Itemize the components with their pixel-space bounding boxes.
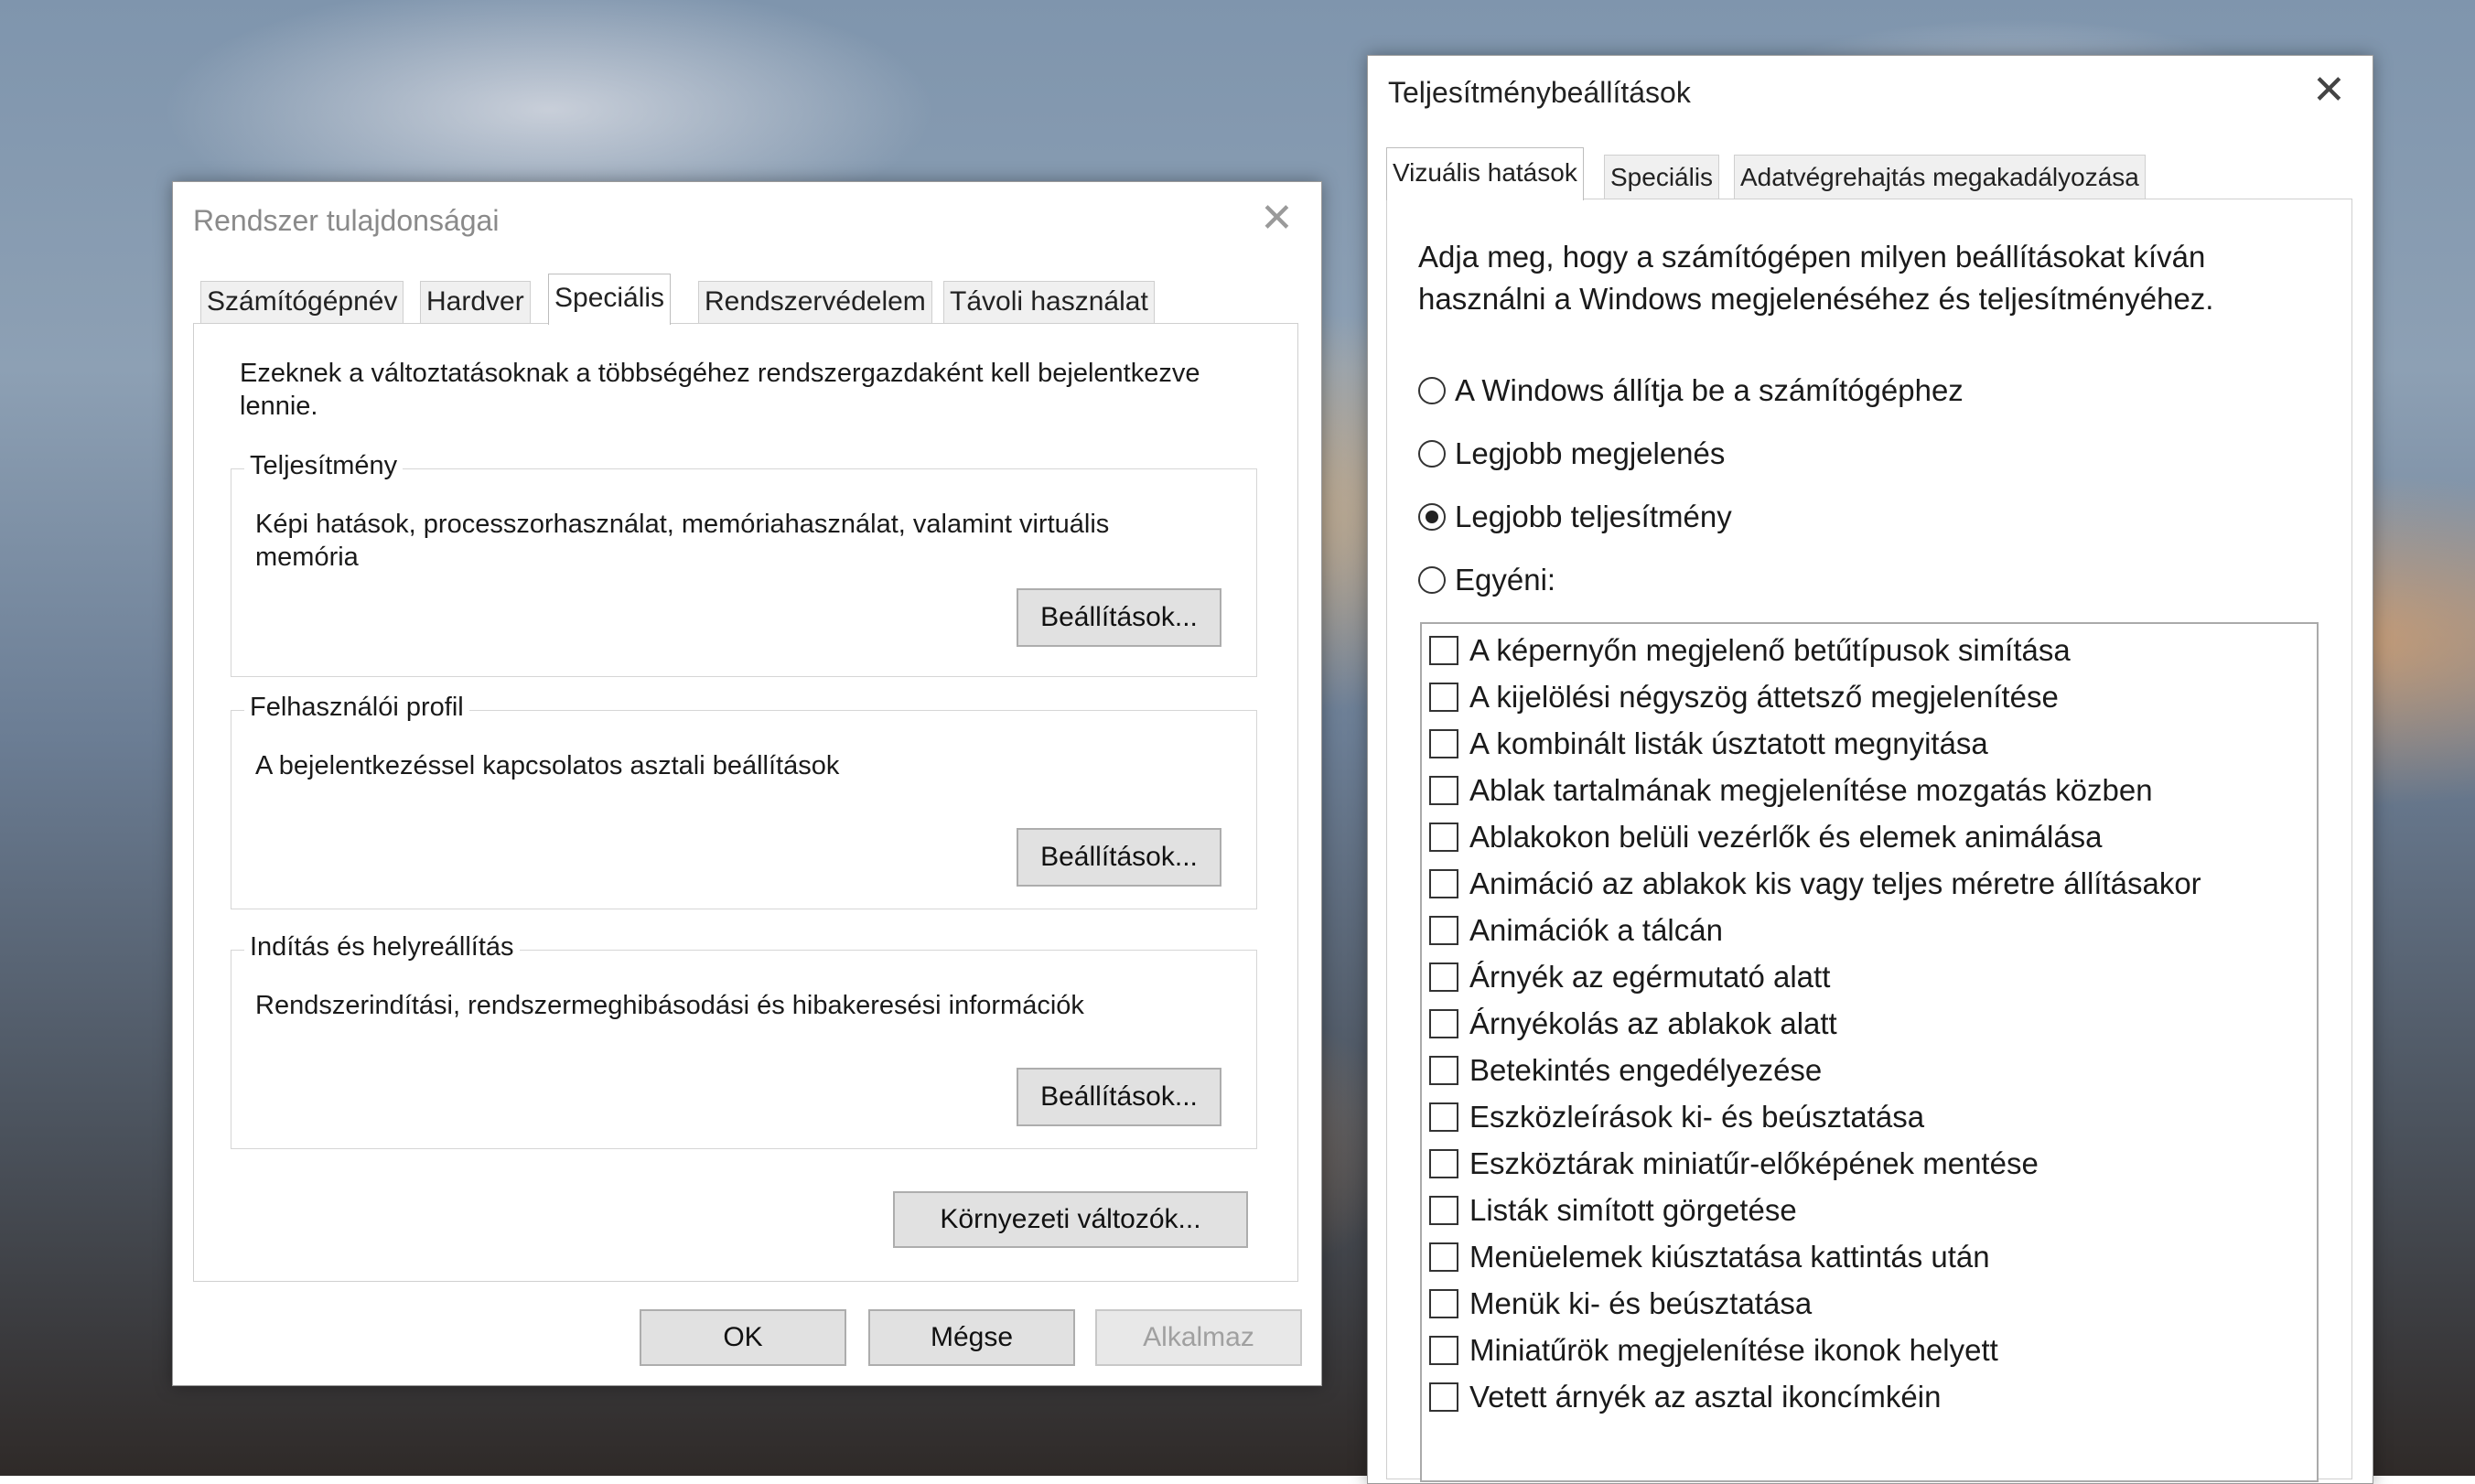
radio-label: A Windows állítja be a számítógéphez (1455, 373, 1964, 407)
option-slide-combo-boxes[interactable]: A kombinált listák úsztatott megnyitása (1429, 726, 1988, 761)
environment-variables-button[interactable]: Környezeti változók... (893, 1191, 1248, 1248)
radio-let-windows-choose[interactable]: A Windows állítja be a számítógéphez (1418, 373, 1964, 408)
option-fade-menu-items[interactable]: Menüelemek kiúsztatása kattintás után (1429, 1240, 1990, 1274)
startup-recovery-description: Rendszerindítási, rendszermeghibásodási … (255, 991, 1084, 1020)
tab-system-protection[interactable]: Rendszervédelem (698, 281, 932, 323)
option-translucent-selection[interactable]: A kijelölési négyszög áttetsző megjelení… (1429, 680, 2059, 715)
option-label: A képernyőn megjelenő betűtípusok simítá… (1469, 633, 2071, 667)
checkbox[interactable] (1429, 729, 1458, 758)
user-profile-legend: Felhasználói profil (244, 693, 469, 723)
option-show-window-contents[interactable]: Ablak tartalmának megjelenítése mozgatás… (1429, 773, 2153, 808)
tab-hardware[interactable]: Hardver (420, 281, 531, 323)
performance-group: Teljesítmény Képi hatások, processzorhas… (231, 451, 1257, 677)
tab-remote[interactable]: Távoli használat (943, 281, 1155, 323)
option-animate-windows[interactable]: Animáció az ablakok kis vagy teljes mére… (1429, 866, 2201, 901)
option-label: Menüelemek kiúsztatása kattintás után (1469, 1240, 1990, 1274)
option-font-smoothing[interactable]: A képernyőn megjelenő betűtípusok simítá… (1429, 633, 2071, 668)
option-smooth-scroll-lists[interactable]: Listák simított görgetése (1429, 1193, 1797, 1228)
option-label: Menük ki- és beúsztatása (1469, 1286, 1813, 1320)
option-taskbar-animations[interactable]: Animációk a tálcán (1429, 913, 1723, 948)
apply-button[interactable]: Alkalmaz (1095, 1309, 1302, 1366)
radio-custom[interactable]: Egyéni: (1418, 563, 1555, 597)
checkbox[interactable] (1429, 1382, 1458, 1412)
system-properties-dialog: Rendszer tulajdonságai ✕ Számítógépnév H… (172, 181, 1322, 1386)
admin-note: Ezeknek a változtatásoknak a többségéhez… (240, 359, 1200, 421)
option-label: Betekintés engedélyezése (1469, 1053, 1823, 1087)
performance-settings-button[interactable]: Beállítások... (1017, 588, 1221, 647)
option-animate-controls[interactable]: Ablakokon belüli vezérlők és elemek anim… (1429, 820, 2103, 855)
tab-advanced[interactable]: Speciális (1604, 155, 1720, 200)
checkbox[interactable] (1429, 823, 1458, 852)
option-save-taskbar-thumbnails[interactable]: Eszköztárak miniatűr-előképének mentése (1429, 1146, 2039, 1181)
performance-options-dialog: Teljesítménybeállítások ✕ Vizuális hatás… (1367, 55, 2373, 1484)
checkbox[interactable] (1429, 636, 1458, 665)
checkbox[interactable] (1429, 1242, 1458, 1272)
option-fade-menus[interactable]: Menük ki- és beúsztatása (1429, 1286, 1812, 1321)
checkbox[interactable] (1429, 1056, 1458, 1085)
option-label: Animáció az ablakok kis vagy teljes mére… (1469, 866, 2201, 900)
radio-best-appearance[interactable]: Legjobb megjelenés (1418, 436, 1725, 471)
option-pointer-shadow[interactable]: Árnyék az egérmutató alatt (1429, 960, 1830, 995)
checkbox[interactable] (1429, 683, 1458, 712)
cancel-button[interactable]: Mégse (868, 1309, 1075, 1366)
checkbox[interactable] (1429, 1102, 1458, 1132)
radio-label: Egyéni: (1455, 563, 1556, 597)
option-label: Animációk a tálcán (1469, 913, 1723, 947)
radio-button[interactable] (1418, 440, 1446, 468)
option-label: Vetett árnyék az asztal ikoncímkéin (1469, 1380, 1942, 1414)
checkbox[interactable] (1429, 776, 1458, 805)
user-profile-settings-button[interactable]: Beállítások... (1017, 828, 1221, 887)
radio-best-performance[interactable]: Legjobb teljesítmény (1418, 500, 1732, 534)
tab-computer-name[interactable]: Számítógépnév (200, 281, 404, 323)
checkbox[interactable] (1429, 869, 1458, 898)
tab-advanced[interactable]: Speciális (548, 274, 672, 325)
option-label: Eszköztárak miniatűr-előképének mentése (1469, 1146, 2039, 1180)
checkbox[interactable] (1429, 1289, 1458, 1318)
checkbox[interactable] (1429, 1336, 1458, 1365)
checkbox[interactable] (1429, 916, 1458, 945)
checkbox[interactable] (1429, 1196, 1458, 1225)
checkbox[interactable] (1429, 1149, 1458, 1178)
option-label: Eszközleírások ki- és beúsztatása (1469, 1100, 1925, 1134)
performance-description: Képi hatások, processzorhasználat, memór… (255, 510, 1110, 572)
radio-button[interactable] (1418, 377, 1446, 404)
close-icon[interactable]: ✕ (1260, 199, 1294, 239)
tab-data-execution-prevention[interactable]: Adatvégrehajtás megakadályozása (1734, 155, 2146, 200)
dialog-title: Rendszer tulajdonságai (193, 204, 500, 237)
checkbox[interactable] (1429, 1009, 1458, 1038)
intro-text: Adja meg, hogy a számítógépen milyen beá… (1418, 240, 2214, 316)
option-label: Ablakokon belüli vezérlők és elemek anim… (1469, 820, 2103, 854)
user-profile-description: A bejelentkezéssel kapcsolatos asztali b… (255, 751, 840, 780)
option-window-shadows[interactable]: Árnyékolás az ablakok alatt (1429, 1006, 1837, 1041)
tab-visual-effects[interactable]: Vizuális hatások (1386, 147, 1584, 200)
radio-button[interactable] (1418, 566, 1446, 594)
option-label: Listák simított görgetése (1469, 1193, 1797, 1227)
option-label: Árnyékolás az ablakok alatt (1469, 1006, 1837, 1040)
performance-legend: Teljesítmény (244, 451, 404, 481)
option-label: Miniatűrök megjelenítése ikonok helyett (1469, 1333, 1998, 1367)
option-label: A kombinált listák úsztatott megnyitása (1469, 726, 1988, 760)
close-icon[interactable]: ✕ (2312, 70, 2346, 111)
startup-recovery-group: Indítás és helyreállítás Rendszerindítás… (231, 932, 1257, 1149)
dialog-title: Teljesítménybeállítások (1388, 76, 1691, 109)
visual-effects-list[interactable]: A képernyőn megjelenő betűtípusok simítá… (1420, 622, 2319, 1482)
option-label: Árnyék az egérmutató alatt (1469, 960, 1831, 994)
startup-recovery-settings-button[interactable]: Beállítások... (1017, 1068, 1221, 1126)
checkbox[interactable] (1429, 962, 1458, 992)
option-icon-label-shadows[interactable]: Vetett árnyék az asztal ikoncímkéin (1429, 1380, 1941, 1414)
advanced-tab-panel: Ezeknek a változtatásoknak a többségéhez… (193, 323, 1298, 1282)
radio-label: Legjobb teljesítmény (1455, 500, 1732, 533)
option-label: A kijelölési négyszög áttetsző megjelení… (1469, 680, 2059, 714)
radio-label: Legjobb megjelenés (1455, 436, 1726, 470)
ok-button[interactable]: OK (640, 1309, 846, 1366)
startup-recovery-legend: Indítás és helyreállítás (244, 932, 520, 962)
radio-button[interactable] (1418, 503, 1446, 531)
option-fade-tooltips[interactable]: Eszközleírások ki- és beúsztatása (1429, 1100, 1924, 1135)
user-profile-group: Felhasználói profil A bejelentkezéssel k… (231, 693, 1257, 909)
option-show-thumbnails[interactable]: Miniatűrök megjelenítése ikonok helyett (1429, 1333, 1998, 1368)
visual-effects-panel: Adja meg, hogy a számítógépen milyen beá… (1386, 199, 2352, 1482)
option-enable-peek[interactable]: Betekintés engedélyezése (1429, 1053, 1822, 1088)
option-label: Ablak tartalmának megjelenítése mozgatás… (1469, 773, 2153, 807)
